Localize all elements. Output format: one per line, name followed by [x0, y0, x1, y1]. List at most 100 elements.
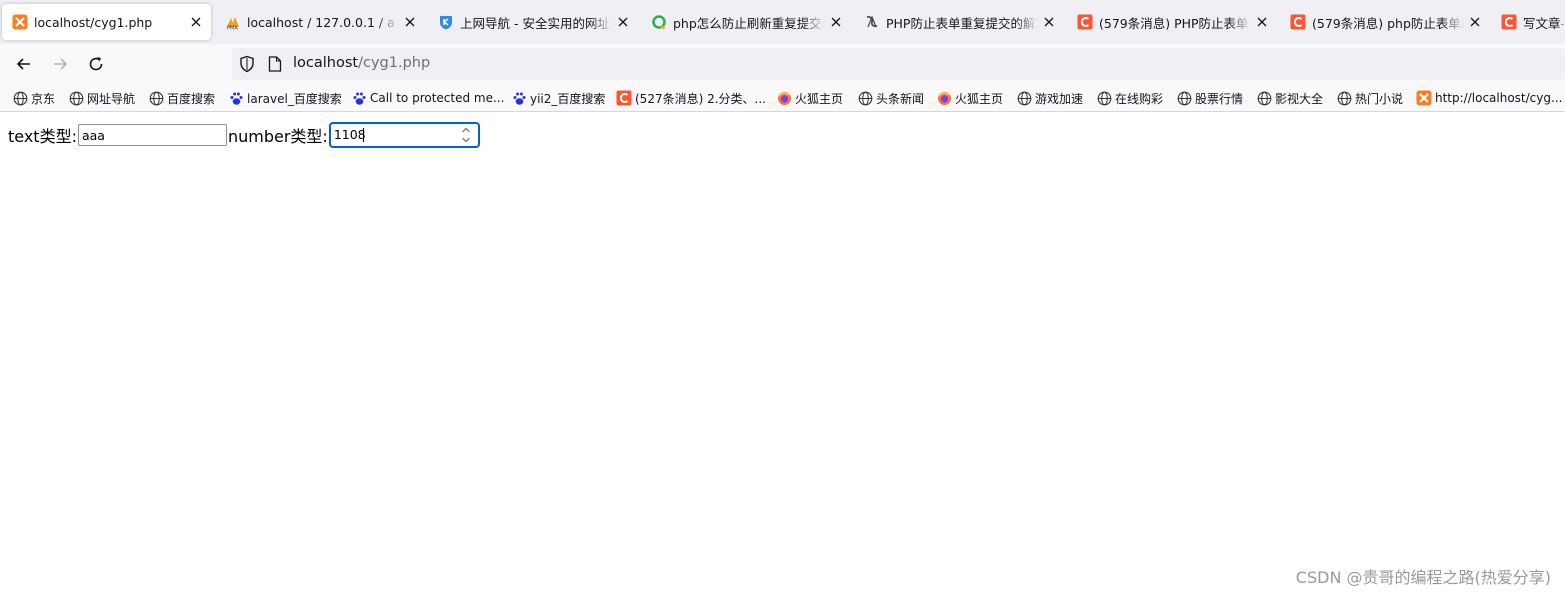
url-host: localhost: [293, 55, 359, 71]
bookmark-10[interactable]: 游戏加速: [1016, 89, 1083, 107]
tab-title: php怎么防止刷新重复提交表单: [673, 15, 825, 31]
bookmark-4[interactable]: Call to protected me...: [351, 89, 504, 107]
close-icon[interactable]: [1042, 15, 1056, 29]
reload-button[interactable]: [82, 50, 110, 78]
number-input[interactable]: 1108: [328, 122, 480, 148]
bookmark-label: 热门小说: [1355, 91, 1404, 106]
bookmark-8[interactable]: 头条新闻: [857, 89, 924, 107]
number-type-label: number类型:: [227, 127, 328, 146]
php-site-icon: [864, 14, 880, 30]
globe-icon: [1256, 90, 1272, 106]
close-icon[interactable]: [403, 15, 417, 29]
bookmark-label: 影视大全: [1275, 91, 1324, 106]
close-icon[interactable]: [1255, 15, 1269, 29]
k-shield-icon: [438, 14, 454, 30]
bookmark-label: 网址导航: [87, 91, 136, 106]
xampp-icon: [12, 14, 28, 30]
bookmark-label: 头条新闻: [876, 91, 925, 106]
bookmark-0[interactable]: 京东: [12, 89, 55, 107]
page-info-icon[interactable]: [268, 56, 282, 76]
tab-1[interactable]: PMA localhost / 127.0.0.1 / a | phpMyAdm…: [215, 4, 425, 40]
bookmark-1[interactable]: 网址导航: [68, 89, 135, 107]
tab-title: 上网导航 - 安全实用的网址导航: [460, 15, 612, 31]
bookmark-13[interactable]: 影视大全: [1256, 89, 1323, 107]
bookmark-label: yii2_百度搜索: [530, 91, 606, 106]
bookmark-label: Call to protected me...: [370, 91, 505, 105]
bookmark-3[interactable]: laravel_百度搜索: [228, 89, 342, 107]
tab-4[interactable]: PHP防止表单重复提交的解决方法: [854, 4, 1064, 40]
number-input-value: 1108: [333, 127, 366, 142]
bookmark-15[interactable]: http://localhost/cyg...: [1416, 89, 1562, 107]
bookmark-14[interactable]: 热门小说: [1336, 89, 1403, 107]
tab-title: 写文章-CSDN: [1523, 15, 1565, 31]
number-spinner[interactable]: [460, 125, 472, 145]
close-icon[interactable]: [616, 15, 630, 29]
page-content: text类型: number类型: 1108 CSDN @贵哥的编程之路(热爱分…: [0, 113, 1565, 597]
close-icon[interactable]: [1468, 15, 1482, 29]
tab-title: (579条消息) PHP防止表单重复提交: [1099, 15, 1251, 31]
csdn-icon: [1077, 14, 1093, 30]
globe-icon: [12, 90, 28, 106]
address-bar[interactable]: localhost/cyg1.php: [232, 48, 1565, 80]
tab-0[interactable]: localhost/cyg1.php: [2, 4, 211, 40]
bookmark-11[interactable]: 在线购彩: [1096, 89, 1163, 107]
globe-icon: [148, 90, 164, 106]
bookmark-5[interactable]: yii2_百度搜索: [511, 89, 605, 107]
globe-icon: [857, 90, 873, 106]
search-ring-icon: [651, 14, 667, 30]
bookmark-label: 火狐主页: [955, 91, 1004, 106]
forward-button[interactable]: [46, 50, 74, 78]
tab-title: PHP防止表单重复提交的解决方法: [886, 15, 1038, 31]
chevron-up-icon: [461, 127, 470, 133]
tab-title: localhost/cyg1.php: [34, 14, 153, 30]
firefox-icon: [776, 90, 792, 106]
url-path: /cyg1.php: [358, 55, 431, 71]
bookmark-7[interactable]: 火狐主页: [776, 89, 843, 107]
bookmark-2[interactable]: 百度搜索: [148, 89, 215, 107]
url-text: localhost/cyg1.php: [293, 55, 430, 71]
tracking-protection-icon[interactable]: [238, 55, 256, 77]
phpmyadmin-icon: PMA: [225, 14, 241, 30]
globe-icon: [1016, 90, 1032, 106]
bookmark-label: (527条消息) 2.分类、...: [635, 91, 766, 106]
tab-6[interactable]: (579条消息) php防止表单刷新: [1280, 4, 1490, 40]
back-button[interactable]: [10, 50, 38, 78]
globe-icon: [1336, 90, 1352, 106]
tab-3[interactable]: php怎么防止刷新重复提交表单: [641, 4, 851, 40]
arrow-right-icon: [54, 58, 68, 70]
globe-icon: [1176, 90, 1192, 106]
svg-text:PMA: PMA: [227, 26, 238, 31]
firefox-icon: [936, 90, 952, 106]
tab-title: (579条消息) php防止表单刷新: [1312, 15, 1464, 31]
bookmark-label: http://localhost/cyg...: [1435, 91, 1563, 105]
text-caret: [362, 128, 364, 142]
globe-icon: [1096, 90, 1112, 106]
bookmark-12[interactable]: 股票行情: [1176, 89, 1243, 107]
bookmarks-toolbar: 京东 网址导航 百度搜索 laravel_百度搜索 Call to protec…: [0, 84, 1565, 112]
globe-icon: [68, 90, 84, 106]
baidu-paw-icon: [228, 90, 244, 106]
csdn-icon: [616, 90, 632, 106]
text-type-label: text类型:: [8, 127, 77, 146]
text-input[interactable]: [77, 124, 227, 146]
bookmark-label: 在线购彩: [1115, 91, 1164, 106]
xampp-icon: [1416, 90, 1432, 106]
csdn-icon: [1501, 14, 1517, 30]
tab-5[interactable]: (579条消息) PHP防止表单重复提交: [1067, 4, 1277, 40]
close-icon[interactable]: [829, 15, 843, 29]
bookmark-6[interactable]: (527条消息) 2.分类、...: [616, 89, 766, 107]
tab-7[interactable]: 写文章-CSDN: [1491, 4, 1565, 40]
tab-strip: localhost/cyg1.php PMA localhost / 127.0…: [0, 0, 1565, 44]
close-icon[interactable]: [189, 15, 203, 29]
form: text类型: number类型: 1108: [8, 122, 480, 148]
reload-icon: [89, 57, 103, 71]
csdn-icon: [1290, 14, 1306, 30]
bookmark-label: 京东: [31, 91, 56, 106]
baidu-paw-icon: [351, 90, 367, 106]
bookmark-label: 股票行情: [1195, 91, 1244, 106]
bookmark-label: laravel_百度搜索: [247, 91, 342, 106]
bookmark-9[interactable]: 火狐主页: [936, 89, 1003, 107]
navigation-toolbar: localhost/cyg1.php: [0, 44, 1565, 84]
bookmark-label: 火狐主页: [795, 91, 844, 106]
tab-2[interactable]: 上网导航 - 安全实用的网址导航: [428, 4, 638, 40]
